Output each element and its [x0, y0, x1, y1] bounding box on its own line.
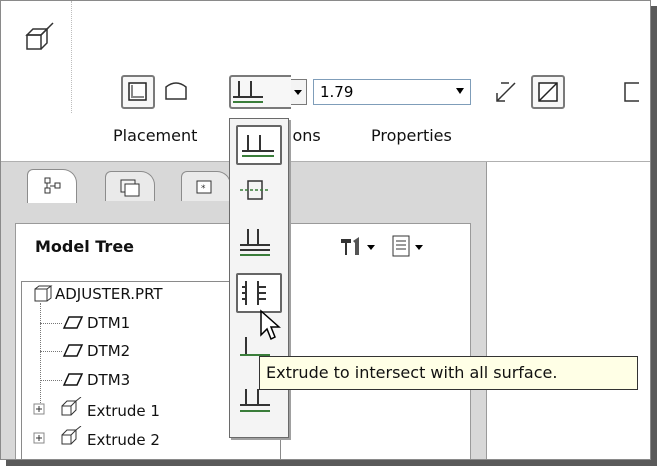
- tree-item-dtm1[interactable]: DTM1: [87, 314, 130, 332]
- datum-plane-icon: [62, 344, 84, 357]
- depth-value-field[interactable]: 1.79: [313, 79, 471, 105]
- tree-connector: [40, 323, 62, 324]
- frame-shadow: [6, 460, 657, 466]
- tree-connector: [40, 351, 62, 352]
- blind-depth-icon: [242, 135, 274, 157]
- blind-depth-icon: [233, 81, 263, 103]
- thicken-icon: [624, 82, 639, 102]
- graphics-window[interactable]: [487, 162, 650, 459]
- solid-button[interactable]: [121, 75, 155, 109]
- app-window: 1.79 Placement Options Properties * Mode…: [0, 0, 651, 460]
- tree-item-part[interactable]: ADJUSTER.PRT: [55, 285, 163, 303]
- extrude-icon: [61, 397, 82, 416]
- tooltip-text: Extrude to intersect with all surface.: [266, 363, 558, 382]
- favorites-icon: *: [196, 180, 212, 194]
- solid-icon: [128, 82, 147, 101]
- menu-item-through-all[interactable]: [236, 273, 282, 313]
- tab-placement[interactable]: Placement: [113, 126, 197, 145]
- tab-folder-browser[interactable]: [105, 171, 155, 201]
- folder-browser-icon: [120, 179, 140, 197]
- tree-item-dtm2[interactable]: DTM2: [87, 342, 130, 360]
- through-all-icon: [242, 281, 266, 305]
- part-icon: [34, 285, 53, 302]
- show-menu-button[interactable]: [389, 233, 433, 261]
- menu-item-symmetric[interactable]: [236, 171, 282, 211]
- settings-menu-button[interactable]: [337, 233, 381, 261]
- expand-icon[interactable]: [33, 432, 47, 446]
- tools-icon: [341, 237, 375, 255]
- depth-option-button[interactable]: [229, 75, 291, 109]
- menu-item-to-next[interactable]: [236, 223, 282, 263]
- tab-properties[interactable]: Properties: [371, 126, 452, 145]
- expand-icon[interactable]: [33, 403, 47, 417]
- svg-text:*: *: [201, 184, 206, 194]
- chevron-down-icon[interactable]: [456, 88, 464, 94]
- mouse-pointer-icon: [260, 309, 281, 341]
- tab-model-tree[interactable]: [27, 169, 77, 203]
- model-tree-icon: [44, 177, 61, 194]
- remove-material-icon: [538, 82, 558, 102]
- depth-option-dropdown-arrow[interactable]: [291, 79, 307, 105]
- depth-options-menu: [229, 118, 289, 438]
- thicken-sketch-button[interactable]: [617, 77, 650, 111]
- tree-connector: [40, 303, 41, 413]
- datum-plane-icon: [62, 373, 84, 386]
- tooltip: Extrude to intersect with all surface.: [259, 356, 638, 390]
- remove-material-button[interactable]: [531, 75, 565, 109]
- extrude-icon: [61, 426, 82, 445]
- toolbar-divider: [71, 1, 72, 113]
- tree-item-dtm3[interactable]: DTM3: [87, 371, 130, 389]
- through-next-icon: [240, 229, 270, 256]
- tab-favorites[interactable]: *: [181, 171, 231, 201]
- menu-item-blind[interactable]: [236, 125, 282, 165]
- surface-icon: [165, 82, 187, 100]
- flip-direction-button[interactable]: [491, 77, 525, 111]
- datum-plane-icon: [62, 316, 84, 329]
- symmetric-depth-icon: [240, 180, 270, 200]
- frame-shadow: [651, 6, 657, 466]
- flip-direction-icon: [496, 82, 516, 102]
- tree-item-extrude-2[interactable]: Extrude 2: [87, 431, 160, 449]
- extrude-feature-icon: [25, 22, 54, 50]
- depth-value-text: 1.79: [320, 83, 354, 101]
- panel-title: Model Tree: [35, 237, 135, 256]
- list-icon: [392, 235, 423, 257]
- tree-connector: [40, 380, 62, 381]
- surface-button[interactable]: [161, 77, 195, 111]
- tree-item-extrude-1[interactable]: Extrude 1: [87, 402, 160, 420]
